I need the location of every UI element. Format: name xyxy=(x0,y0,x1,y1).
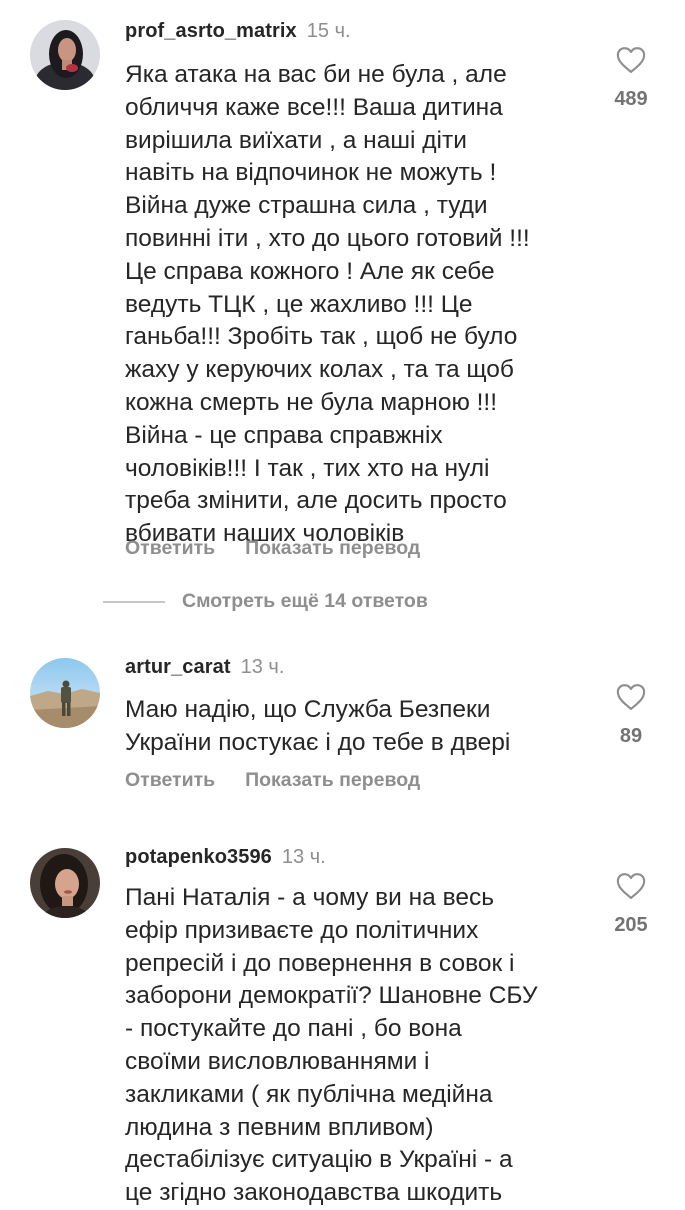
like-control: 205 xyxy=(608,872,654,937)
comment-text-line: Яка атака на вас би не була , але xyxy=(125,61,507,88)
comment-text-line: закликами ( як публічна медійна xyxy=(125,1080,493,1108)
avatar-photo xyxy=(30,20,100,90)
username[interactable]: potapenko3596 xyxy=(125,846,272,868)
heart-outline-icon[interactable] xyxy=(616,683,646,711)
timestamp: 13 ч. xyxy=(281,846,326,868)
comment-text-line: обличчя каже все!!! Ваша дитина xyxy=(125,93,503,121)
comment-header: artur_carat 13 ч. xyxy=(125,656,284,679)
comment-text-line: ефір призиваєте до політичних xyxy=(125,916,479,944)
comment-text-line: ганьба!!! Зробіть так , щоб не було xyxy=(125,323,518,351)
like-count: 89 xyxy=(619,725,643,747)
comment-actions: Ответить Показать перевод xyxy=(125,769,420,792)
show-translation-button[interactable]: Показать перевод xyxy=(245,769,420,791)
timestamp: 13 ч. xyxy=(240,656,285,678)
comment-text-line: це згідно законодавства шкодить xyxy=(125,1179,503,1207)
comment-text: Пані Наталія - а чому ви на весь ефір пр… xyxy=(125,882,595,1210)
avatar[interactable] xyxy=(30,20,100,90)
comment-text-line: кожна смерть не була марною !!! xyxy=(125,388,498,416)
comment-text-line: - постукайте до пані , бо вона xyxy=(125,1015,462,1043)
avatar-photo xyxy=(30,658,100,728)
comment-text-line: треба змінити, але досить просто xyxy=(125,487,507,515)
comment-header: prof_asrto_matrix 15 ч. xyxy=(125,20,351,43)
comment-actions: Ответить Показать перевод xyxy=(125,537,420,560)
show-translation-button[interactable]: Показать перевод xyxy=(245,537,420,559)
comment-text-line: повинні іти , хто до цього готовий !!! xyxy=(125,224,530,252)
replies-divider xyxy=(103,600,165,603)
avatar-photo xyxy=(30,848,100,918)
comment-text-line: Маю надію, що Служба Безпеки xyxy=(125,696,491,723)
comment-text-line: навіть на відпочинок не можуть ! xyxy=(125,159,497,187)
like-control: 489 xyxy=(608,46,654,111)
comment-text: Маю надію, що Служба Безпеки України пос… xyxy=(125,694,595,760)
username[interactable]: prof_asrto_matrix xyxy=(125,20,297,42)
view-more-replies[interactable]: Смотреть ещё 14 ответов xyxy=(103,590,428,618)
like-count: 205 xyxy=(614,914,648,936)
like-count: 489 xyxy=(614,88,648,110)
comment-text-line: дестабілізує ситуацію в Україні - а xyxy=(125,1146,513,1174)
heart-outline-icon[interactable] xyxy=(616,872,646,900)
timestamp: 15 ч. xyxy=(306,20,351,42)
comment-text-line: своїми висловлюваннями і xyxy=(125,1047,430,1075)
reply-button[interactable]: Ответить xyxy=(125,537,215,559)
comment-header: potapenko3596 13 ч. xyxy=(125,846,326,869)
comment-text-line: заборони демократії? Шановне СБУ xyxy=(125,982,538,1010)
comment-text-line: України постукає і до тебе в двері xyxy=(125,728,511,756)
comment-text-line: жаху у керуючих колах , та та щоб xyxy=(125,356,514,384)
comment-text-line: Пані Наталія - а чому ви на весь xyxy=(125,884,494,911)
comment-text-line: Це справа кожного ! Але як себе xyxy=(125,257,495,285)
comment-text-line: Війна дуже страшна сила , туди xyxy=(125,192,488,220)
like-control: 89 xyxy=(608,683,654,748)
comment-text-line: Війна - це справа справжніх xyxy=(125,421,443,449)
comment-text: Яка атака на вас би не була , але обличч… xyxy=(125,59,595,551)
comment-text-line: людина з певним впливом) xyxy=(125,1113,434,1141)
avatar[interactable] xyxy=(30,658,100,728)
view-more-replies-label[interactable]: Смотреть ещё 14 ответов xyxy=(182,590,428,612)
reply-button[interactable]: Ответить xyxy=(125,769,215,791)
avatar[interactable] xyxy=(30,848,100,918)
username[interactable]: artur_carat xyxy=(125,656,231,678)
heart-outline-icon[interactable] xyxy=(616,46,646,74)
comment-text-line: ведуть ТЦК , це жахливо !!! Це xyxy=(125,290,473,318)
comment-text-line: чоловіків!!! І так , тих хто на нулі xyxy=(125,454,490,482)
comment-text-line: репресій і до повернення в совок і xyxy=(125,949,515,977)
comment-text-line: вирішила виїхати , а наші діти xyxy=(125,126,467,154)
